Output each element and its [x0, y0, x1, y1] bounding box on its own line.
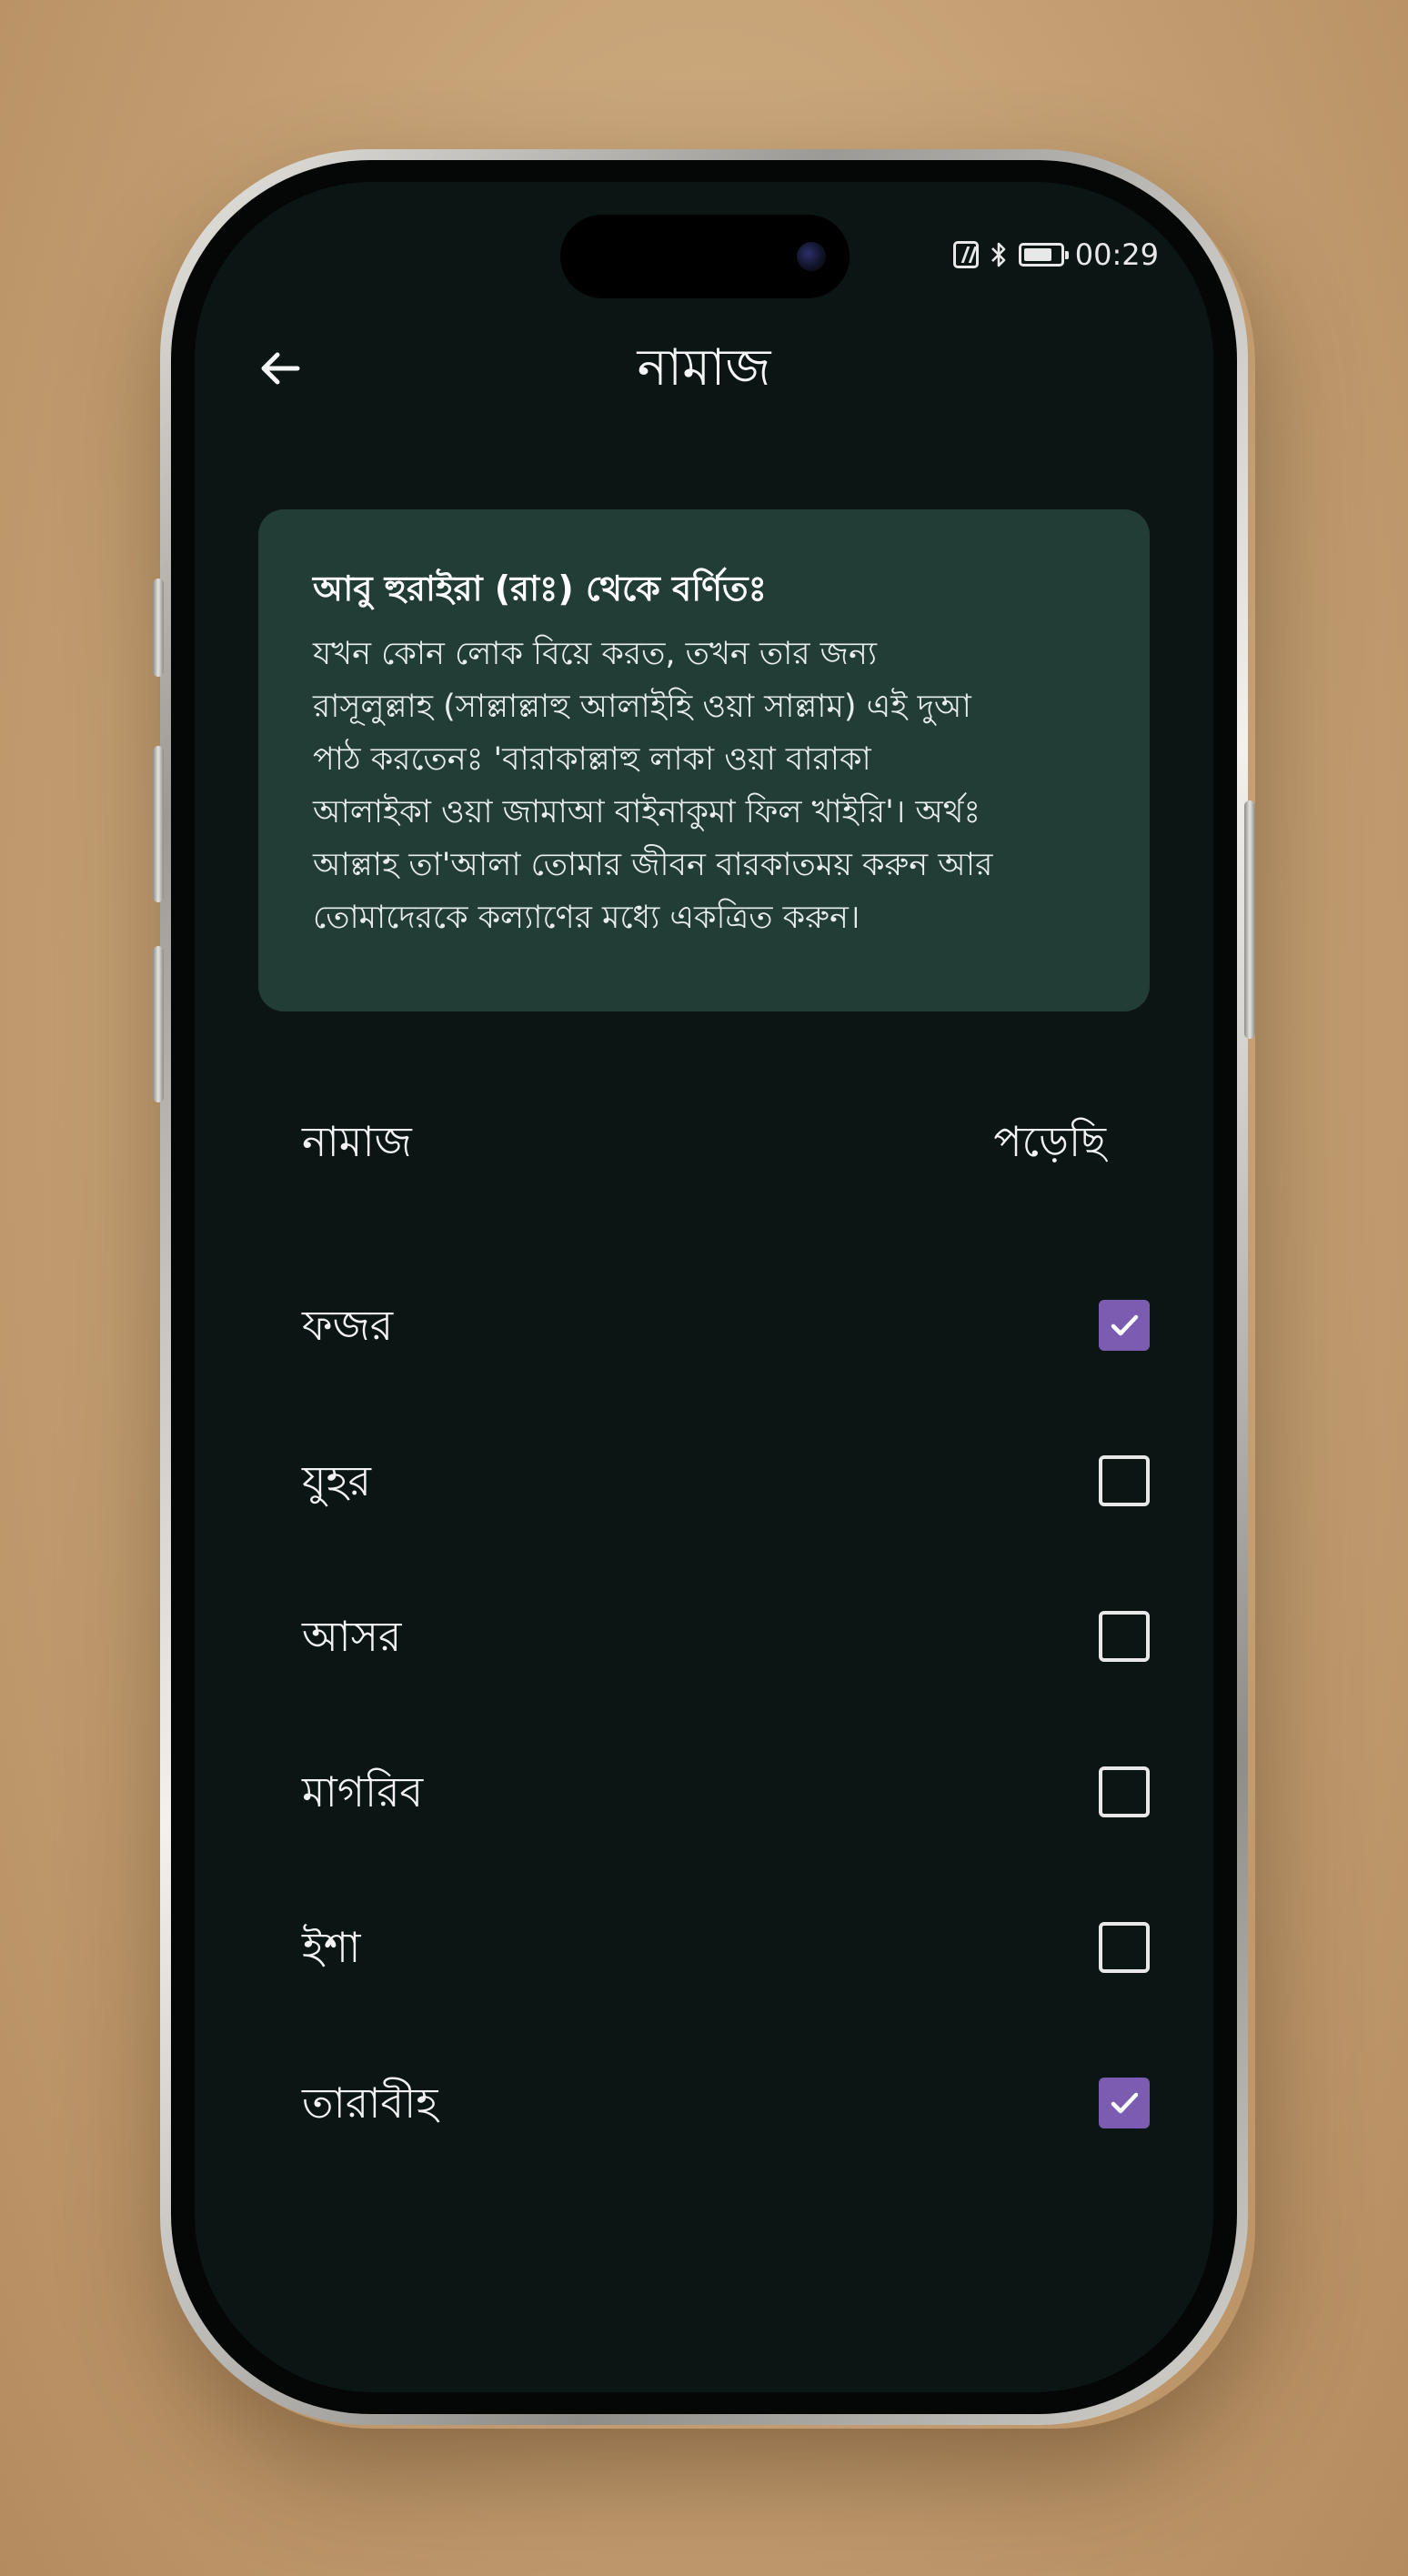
bluetooth-icon	[990, 240, 1008, 269]
hadith-line: আলাইকা ওয়া জামাআ বাইনাকুমা ফিল খাইরি'। …	[313, 794, 981, 830]
prayer-checkbox-zuhr[interactable]	[1099, 1455, 1150, 1506]
app-header: নামাজ	[195, 318, 1213, 418]
status-time: 00:29	[1074, 237, 1159, 272]
hadith-line: যখন কোন লোক বিয়ে করত, তখন তার জন্য	[313, 636, 878, 672]
phone-action-button	[153, 579, 164, 677]
prayer-checkbox-tarawih[interactable]	[1099, 2078, 1150, 2128]
column-header-done: পড়েছি	[993, 1117, 1106, 1166]
nfc-icon	[952, 241, 979, 268]
prayer-row-tarawih: তারাবীহ	[302, 2071, 1213, 2227]
column-header-prayer: নামাজ	[302, 1117, 412, 1166]
app-screen: 00:29 নামাজ আবু হুরাইরা (রাঃ) থেকে বর্ণি…	[195, 182, 1213, 2392]
hadith-line: আল্লাহ তা'আলা তোমার জীবন বারকাতময় করুন …	[313, 847, 993, 883]
phone-power-button	[1244, 800, 1255, 1039]
page-title: নামাজ	[637, 338, 771, 397]
hadith-line: পাঠ করতেনঃ 'বারাকাল্লাহু লাকা ওয়া বারাক…	[313, 741, 871, 778]
hadith-line: রাসূলুল্লাহ (সাল্লাল্লাহু আলাইহি ওয়া সা…	[313, 689, 971, 725]
battery-icon	[1018, 243, 1069, 267]
prayer-list: ফজর যুহর আসর মাগরিব ইশা তারাবীহ	[302, 1293, 1213, 2227]
prayer-name: যুহর	[302, 1456, 371, 1505]
prayer-name: ইশা	[302, 1923, 361, 1972]
hadith-card: আবু হুরাইরা (রাঃ) থেকে বর্ণিতঃ যখন কোন ল…	[258, 509, 1150, 1011]
hadith-line: তোমাদেরকে কল্যাণের মধ্যে একত্রিত করুন।	[313, 900, 860, 936]
status-bar: 00:29	[952, 236, 1159, 273]
hadith-body: যখন কোন লোক বিয়ে করত, তখন তার জন্য রাসূ…	[313, 628, 1095, 944]
prayer-name: মাগরিব	[302, 1767, 424, 1816]
prayer-row-zuhr: যুহর	[302, 1449, 1213, 1605]
phone-volume-up-button	[153, 746, 164, 902]
hadith-title: আবু হুরাইরা (রাঃ) থেকে বর্ণিতঃ	[313, 569, 767, 609]
checkmark-icon	[1111, 1314, 1139, 1336]
prayer-name: ফজর	[302, 1301, 394, 1350]
phone-volume-down-button	[153, 946, 164, 1102]
battery-level	[1023, 248, 1052, 261]
prayer-row-asr: আসর	[302, 1605, 1213, 1760]
prayer-name: আসর	[302, 1612, 402, 1661]
prayer-name: তারাবীহ	[302, 2078, 438, 2128]
prayer-row-isha: ইশা	[302, 1916, 1213, 2071]
front-camera-icon	[797, 242, 826, 271]
prayer-checkbox-asr[interactable]	[1099, 1611, 1150, 1662]
prayer-row-maghrib: মাগরিব	[302, 1760, 1213, 1916]
prayer-table-header: নামাজ পড়েছি	[302, 1110, 1106, 1173]
prayer-row-fajr: ফজর	[302, 1293, 1213, 1449]
prayer-checkbox-fajr[interactable]	[1099, 1300, 1150, 1351]
checkmark-icon	[1111, 2092, 1139, 2114]
dynamic-island	[560, 215, 850, 298]
prayer-checkbox-maghrib[interactable]	[1099, 1766, 1150, 1817]
prayer-checkbox-isha[interactable]	[1099, 1922, 1150, 1973]
